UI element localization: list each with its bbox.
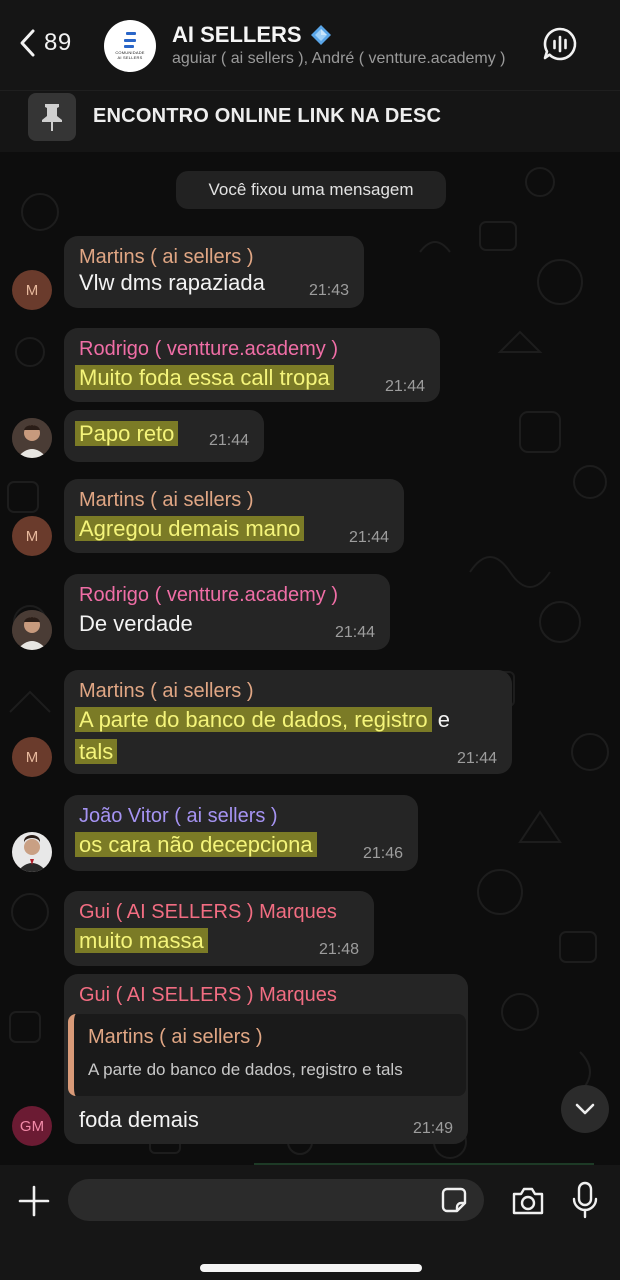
quoted-message[interactable]: Martins ( ai sellers ) A parte do banco … [68, 1014, 466, 1096]
person-photo-icon [12, 418, 52, 458]
avatar[interactable] [12, 418, 52, 458]
sender-name[interactable]: Martins ( ai sellers ) [79, 246, 253, 269]
message-text: tals [75, 736, 118, 768]
message-time: 21:49 [412, 1120, 453, 1137]
person-photo-icon [12, 610, 52, 650]
home-indicator[interactable] [200, 1264, 422, 1272]
sender-name[interactable]: Martins ( ai sellers ) [79, 489, 253, 512]
blue-diamond-emoji-icon [310, 25, 331, 45]
chevron-left-icon [20, 29, 35, 57]
avatar[interactable]: M [12, 516, 52, 556]
audio-waves-icon [543, 27, 577, 61]
message-bubble[interactable]: Rodrigo ( ventture.academy ) De verdade … [64, 574, 390, 650]
plus-icon[interactable] [16, 1183, 52, 1219]
message-time: 21:44 [348, 529, 389, 546]
group-name: AI SELLERS [172, 22, 302, 47]
message-bubble[interactable]: Gui ( AI SELLERS ) Marques muito massa 2… [64, 891, 374, 966]
group-title[interactable]: AI SELLERS [172, 22, 332, 48]
group-members-subtitle: aguiar ( ai sellers ), André ( ventture.… [172, 50, 506, 67]
message-text: os cara não decepciona [75, 829, 317, 861]
group-avatar[interactable]: COMUNIDADE AI SELLERS [104, 20, 156, 72]
highlighted-text: Agregou demais mano [75, 516, 305, 541]
message-text: foda demais [79, 1107, 199, 1132]
message-time: 21:46 [362, 845, 403, 862]
avatar[interactable] [12, 832, 52, 872]
avatar[interactable]: M [12, 737, 52, 777]
message-bubble[interactable]: Martins ( ai sellers ) A parte do banco … [64, 670, 512, 774]
message-composer [0, 1165, 620, 1280]
quoted-sender: Martins ( ai sellers ) [88, 1026, 263, 1048]
sender-name[interactable]: Martins ( ai sellers ) [79, 680, 253, 703]
avatar[interactable]: M [12, 270, 52, 310]
message-bubble[interactable]: João Vitor ( ai sellers ) os cara não de… [64, 795, 418, 871]
message-time: 21:44 [208, 432, 249, 449]
message-input[interactable] [68, 1179, 484, 1221]
quoted-text: A parte do banco de dados, registro e ta… [88, 1060, 403, 1079]
chevron-down-icon [575, 1103, 595, 1115]
avatar[interactable] [12, 610, 52, 650]
message-text: Agregou demais mano [75, 513, 305, 545]
avatar-logo-text: COMUNIDADE AI SELLERS [115, 50, 145, 60]
community-logo-icon [124, 32, 136, 48]
message-text: Papo reto [75, 418, 179, 450]
message-bubble[interactable]: Martins ( ai sellers ) Agregou demais ma… [64, 479, 404, 553]
message-text: De verdade [79, 611, 193, 636]
sender-name[interactable]: Rodrigo ( ventture.academy ) [79, 338, 338, 361]
sender-name[interactable]: Rodrigo ( ventture.academy ) [79, 584, 338, 607]
message-text-tail: e [431, 707, 450, 732]
message-bubble[interactable]: Papo reto 21:44 [64, 410, 264, 462]
highlighted-text: os cara não decepciona [75, 832, 317, 857]
back-button[interactable]: 89 [18, 28, 72, 58]
message-time: 21:44 [456, 750, 497, 767]
sticker-icon[interactable] [440, 1186, 468, 1214]
system-message: Você fixou uma mensagem [176, 171, 446, 209]
camera-icon[interactable] [510, 1185, 546, 1217]
sender-name[interactable]: João Vitor ( ai sellers ) [79, 805, 278, 828]
pin-icon [28, 93, 76, 141]
sender-name[interactable]: Gui ( AI SELLERS ) Marques [79, 901, 337, 924]
message-time: 21:48 [318, 941, 359, 958]
scroll-to-bottom-button[interactable] [561, 1085, 609, 1133]
message-text: A parte do banco de dados, registro e [75, 704, 450, 736]
highlighted-text: Papo reto [75, 421, 179, 446]
message-text: Vlw dms rapaziada [79, 270, 265, 295]
message-time: 21:44 [334, 624, 375, 641]
highlighted-text: muito massa [75, 928, 208, 953]
person-photo-icon [12, 832, 52, 872]
message-time: 21:43 [308, 282, 349, 299]
message-bubble[interactable]: Gui ( AI SELLERS ) Marques Martins ( ai … [64, 974, 468, 1144]
voice-chat-button[interactable] [542, 26, 578, 62]
highlighted-text: Muito foda essa call tropa [75, 365, 334, 390]
pinned-message-banner[interactable]: ENCONTRO ONLINE LINK NA DESC [0, 90, 620, 153]
message-bubble[interactable]: Martins ( ai sellers ) Vlw dms rapaziada… [64, 236, 364, 308]
message-bubble[interactable]: Rodrigo ( ventture.academy ) Muito foda … [64, 328, 440, 402]
chat-header: 89 COMUNIDADE AI SELLERS AI SELLERS agui… [0, 0, 620, 90]
highlighted-text: A parte do banco de dados, registro [75, 707, 432, 732]
avatar[interactable]: GM [12, 1106, 52, 1146]
message-text: Muito foda essa call tropa [75, 362, 334, 394]
unread-count: 89 [44, 29, 72, 56]
microphone-icon[interactable] [571, 1181, 599, 1219]
sender-name[interactable]: Gui ( AI SELLERS ) Marques [79, 984, 337, 1007]
highlighted-text: tals [75, 739, 118, 764]
chat-messages-area: Você fixou uma mensagem M Martins ( ai s… [0, 152, 620, 1165]
message-time: 21:44 [384, 378, 425, 395]
pinned-text: ENCONTRO ONLINE LINK NA DESC [93, 105, 442, 127]
message-text: muito massa [75, 925, 208, 957]
